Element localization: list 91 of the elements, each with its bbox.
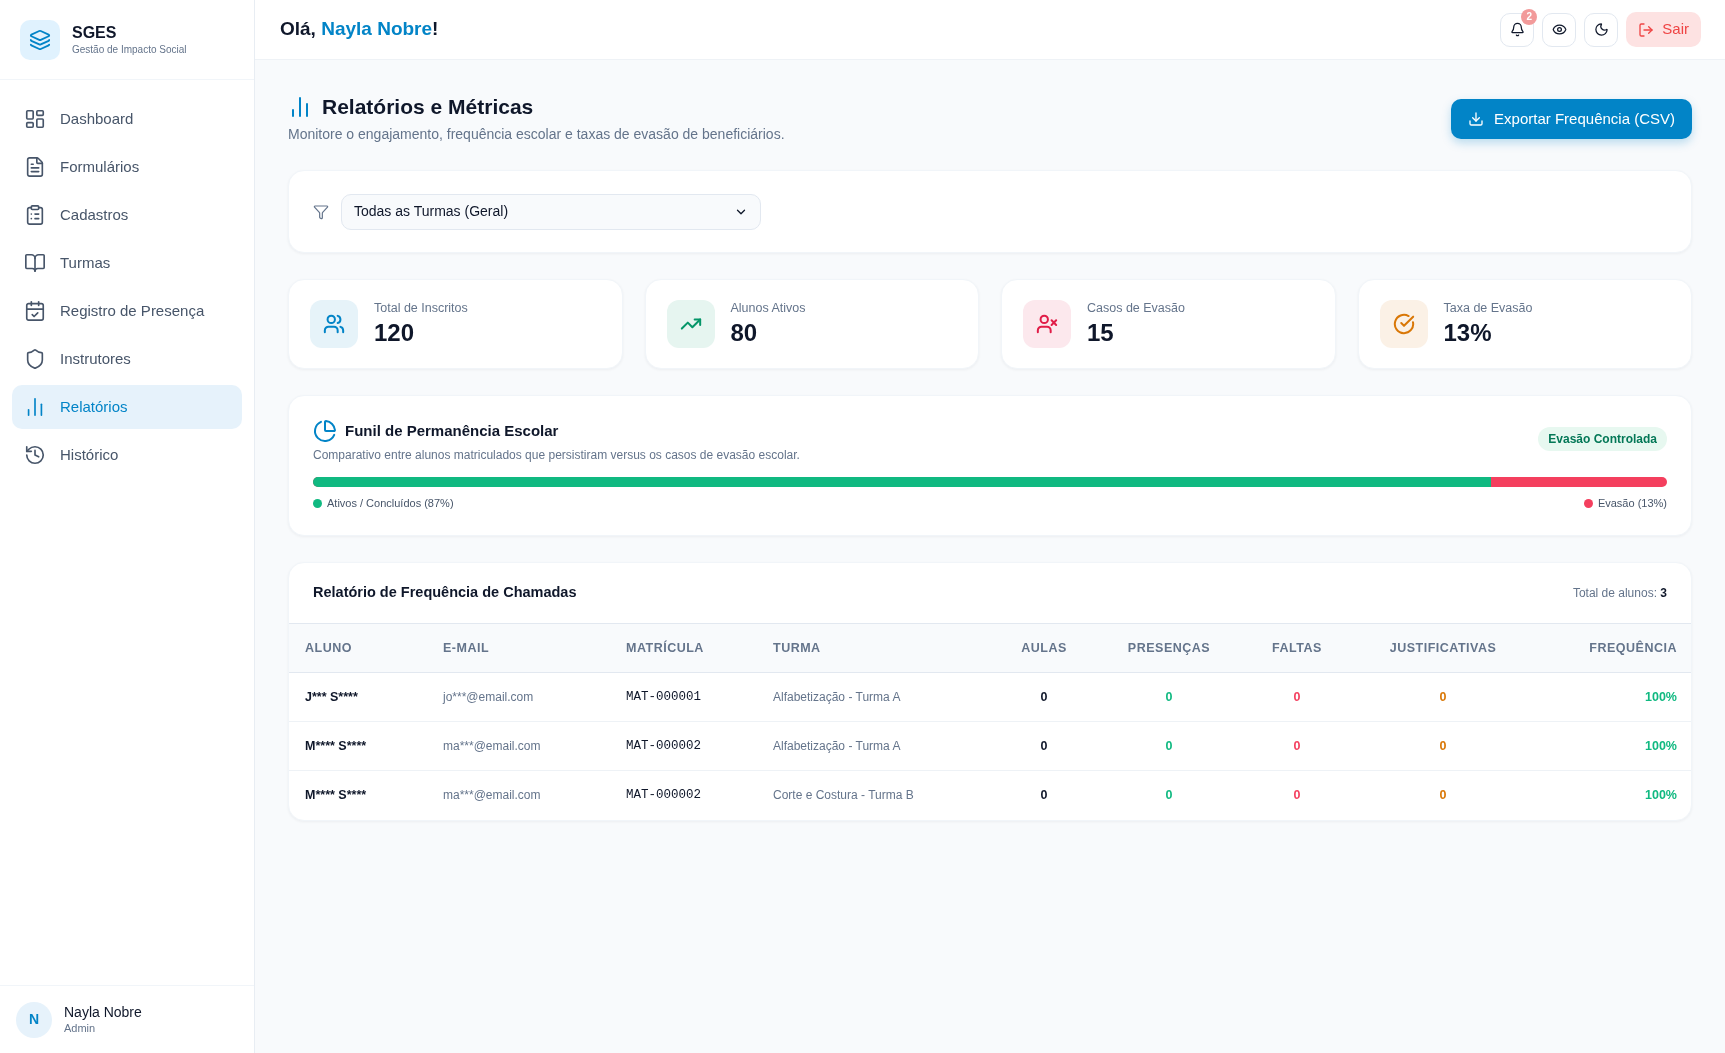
sidebar-item[interactable]: Histórico	[12, 433, 242, 477]
table-cell: MAT-000002	[610, 721, 757, 771]
clipboard-list-icon	[24, 204, 46, 226]
column-header: ALUNO	[289, 623, 427, 673]
open-book-icon	[24, 252, 46, 274]
sidebar-item[interactable]: Turmas	[12, 241, 242, 285]
table-cell: 100%	[1533, 672, 1691, 722]
table-cell: MAT-000001	[610, 672, 757, 722]
table-cell: Corte e Costura - Turma B	[757, 770, 991, 820]
table-cell: 0	[1241, 672, 1353, 722]
theme-button[interactable]	[1584, 12, 1619, 47]
users-icon	[310, 300, 358, 348]
sidebar-item[interactable]: Relatórios	[12, 385, 242, 429]
table-cell: 0	[1353, 770, 1533, 820]
total-count: Total de alunos: 3	[1572, 585, 1667, 602]
filter-icon	[313, 203, 329, 220]
document-icon	[24, 156, 46, 178]
user-role: Admin	[64, 1021, 97, 1036]
table-cell: 0	[991, 672, 1097, 722]
brand-tagline: Gestão de Impacto Social	[72, 42, 187, 57]
eye-icon	[1551, 22, 1567, 37]
user-x-icon	[1023, 300, 1071, 348]
page-subtitle: Monitore o engajamento, frequência escolar e taxas de evasão de beneficiários.	[288, 125, 785, 144]
brand-name: SGES	[72, 22, 118, 43]
table-cell: 0	[991, 770, 1097, 820]
logout-icon	[1638, 21, 1655, 38]
stat-label: Total de Inscritos	[374, 300, 468, 316]
history-icon	[24, 444, 46, 466]
visibility-button[interactable]	[1542, 12, 1577, 47]
avatar: N	[16, 1001, 52, 1038]
sidebar-item[interactable]: Formulários	[12, 145, 242, 189]
stat-label: Taxa de Evasão	[1443, 300, 1533, 316]
stat-value: 80	[730, 318, 759, 348]
funnel-title: Funil de Permanência Escolar	[345, 420, 559, 441]
download-icon	[1468, 111, 1485, 127]
logo-icon	[20, 19, 60, 60]
table-cell: 0	[1097, 672, 1241, 722]
calendar-check-icon	[24, 300, 46, 322]
table-cell: 0	[1097, 770, 1241, 820]
notification-badge: 2	[1521, 8, 1538, 25]
table-cell: MAT-000002	[610, 770, 757, 820]
table-cell: M**** S****	[289, 770, 427, 820]
table-title: Relatório de Frequência de Chamadas	[313, 583, 577, 603]
stat-value: 13%	[1443, 318, 1493, 348]
legend-label: Ativos / Concluídos (87%)	[327, 496, 454, 511]
column-header: PRESENÇAS	[1097, 623, 1241, 673]
table-cell: 100%	[1533, 721, 1691, 771]
table-cell: Alfabetização - Turma A	[757, 721, 991, 771]
bell-icon	[1509, 22, 1525, 37]
funnel-subtitle: Comparativo entre alunos matriculados que persistiram versus os casos de evasão escolar.	[313, 447, 800, 463]
table-cell: ma***@email.com	[427, 770, 610, 820]
table-cell: 0	[991, 721, 1097, 771]
class-select[interactable]: Todas as Turmas (Geral)	[341, 193, 761, 230]
sidebar-item[interactable]: Registro de Presença	[12, 289, 242, 333]
column-header: MATRÍCULA	[610, 623, 757, 673]
stat-value: 120	[374, 318, 416, 348]
table-cell: 0	[1241, 721, 1353, 771]
column-header: TURMA	[757, 623, 991, 673]
table-cell: 0	[1353, 721, 1533, 771]
column-header: FREQUÊNCIA	[1533, 623, 1691, 673]
shield-icon	[24, 348, 46, 370]
sidebar-item[interactable]: Dashboard	[12, 97, 242, 141]
sidebar-item[interactable]: Cadastros	[12, 193, 242, 237]
grid-icon	[24, 108, 46, 130]
stat-label: Casos de Evasão	[1087, 300, 1185, 316]
greeting: Olá, Nayla Nobre!	[280, 17, 439, 42]
page-title: Relatórios e Métricas	[322, 94, 534, 120]
circle-check-icon	[1379, 300, 1428, 348]
moon-icon	[1593, 22, 1609, 37]
user-name: Nayla Nobre	[64, 1003, 142, 1021]
column-header: JUSTIFICATIVAS	[1353, 623, 1533, 673]
table-cell: 0	[1241, 770, 1353, 820]
trending-up-icon	[666, 300, 715, 348]
column-header: FALTAS	[1241, 623, 1353, 673]
table-cell: ma***@email.com	[427, 721, 610, 771]
column-header: E-MAIL	[427, 623, 610, 673]
table-cell: J*** S****	[289, 672, 427, 722]
sidebar-item[interactable]: Instrutores	[12, 337, 242, 381]
pie-chart-icon	[313, 419, 337, 443]
table-cell: 0	[1097, 721, 1241, 771]
table-cell: 0	[1353, 672, 1533, 722]
column-header: AULAS	[991, 623, 1097, 673]
stat-label: Alunos Ativos	[730, 300, 806, 316]
table-cell: Alfabetização - Turma A	[757, 672, 991, 722]
table-cell: 100%	[1533, 770, 1691, 820]
export-button[interactable]: Exportar Frequência (CSV)	[1451, 99, 1692, 139]
stat-value: 15	[1087, 318, 1115, 348]
legend-label: Evasão (13%)	[1597, 496, 1667, 511]
table-cell: jo***@email.com	[427, 672, 610, 722]
table-cell: M**** S****	[289, 721, 427, 771]
status-badge: Evasão Controlada	[1538, 427, 1667, 451]
